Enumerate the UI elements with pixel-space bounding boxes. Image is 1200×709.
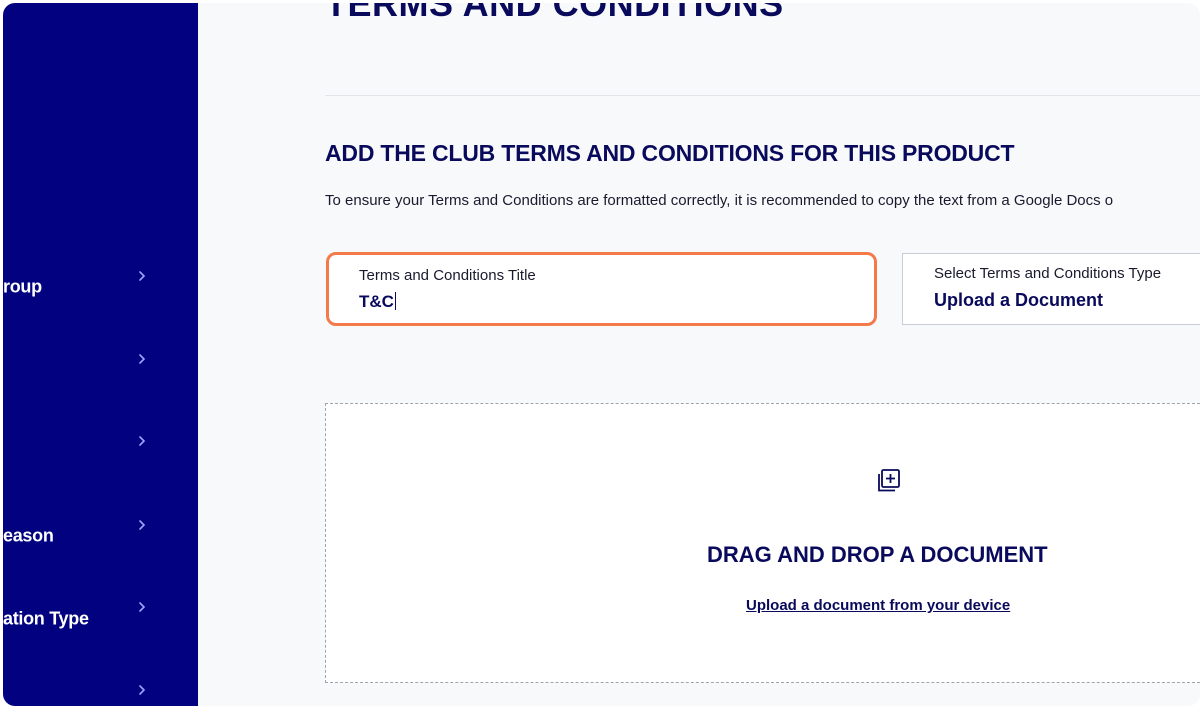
terms-type-select[interactable]: Select Terms and Conditions Type Upload … xyxy=(902,253,1200,325)
sidebar-item-2[interactable] xyxy=(3,350,198,390)
terms-title-value: T&C xyxy=(359,292,394,311)
sidebar-item-label: roup xyxy=(3,276,42,297)
chevron-right-icon xyxy=(135,269,149,283)
upload-from-device-link[interactable]: Upload a document from your device xyxy=(746,597,1010,614)
page-title: TERMS AND CONDITIONS xyxy=(325,3,784,24)
sidebar-item-label: eason xyxy=(3,525,54,546)
divider xyxy=(325,95,1200,96)
terms-title-input[interactable]: T&C xyxy=(359,292,396,312)
sidebar-item-3[interactable] xyxy=(3,433,198,473)
sidebar-item-registration-type[interactable]: ation Type xyxy=(3,599,198,639)
chevron-right-icon xyxy=(135,600,149,614)
sidebar-item-group[interactable]: roup xyxy=(3,267,198,307)
chevron-right-icon xyxy=(135,518,149,532)
sidebar-item-6[interactable] xyxy=(3,682,198,706)
chevron-right-icon xyxy=(135,352,149,366)
section-heading: ADD THE CLUB TERMS AND CONDITIONS FOR TH… xyxy=(325,140,1015,166)
terms-type-value: Upload a Document xyxy=(934,290,1104,310)
add-document-icon[interactable] xyxy=(876,468,902,494)
app-window: roup eason ation Type TERMS AND CONDITIO… xyxy=(3,3,1200,706)
text-caret xyxy=(394,292,396,310)
helper-text: To ensure your Terms and Conditions are … xyxy=(325,192,1114,209)
terms-title-field[interactable]: Terms and Conditions Title T&C xyxy=(326,252,877,326)
chevron-right-icon xyxy=(135,434,149,448)
sidebar-item-label: ation Type xyxy=(3,608,89,629)
chevron-right-icon xyxy=(135,683,149,697)
document-dropzone[interactable]: DRAG AND DROP A DOCUMENT Upload a docume… xyxy=(325,403,1200,683)
sidebar: roup eason ation Type xyxy=(3,3,198,706)
dropzone-title: DRAG AND DROP A DOCUMENT xyxy=(707,542,1048,567)
main-content: TERMS AND CONDITIONS ADD THE CLUB TERMS … xyxy=(198,3,1200,706)
sidebar-item-season[interactable]: eason xyxy=(3,516,198,556)
terms-title-label: Terms and Conditions Title xyxy=(359,267,536,284)
terms-type-label: Select Terms and Conditions Type xyxy=(934,265,1162,282)
